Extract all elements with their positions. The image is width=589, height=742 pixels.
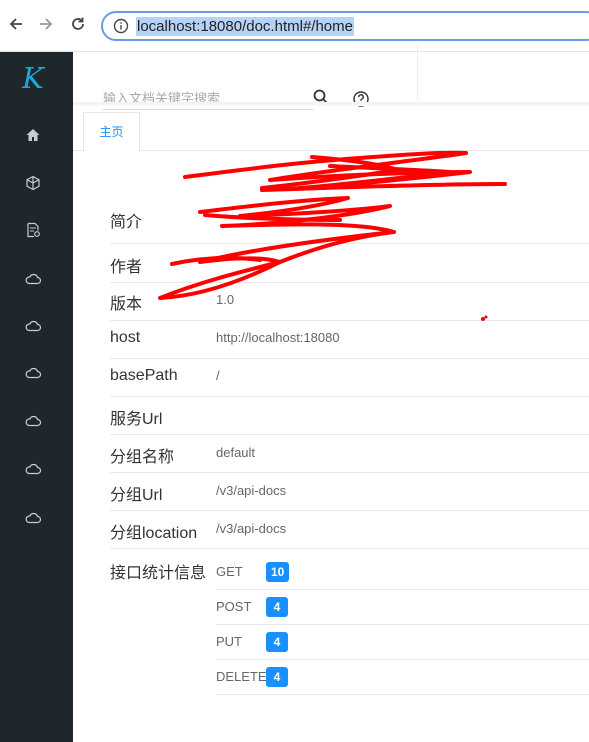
info-label-basepath: basePath	[110, 367, 178, 384]
cloud-icon	[25, 415, 41, 427]
stat-method: PUT	[216, 634, 242, 649]
info-label-group-name: 分组名称	[110, 449, 175, 466]
reload-icon	[72, 17, 84, 30]
stat-count-badge: 4	[266, 597, 288, 617]
browser-toolbar: localhost:18080/doc.html#/home	[0, 0, 589, 52]
sidebar-item-home[interactable]	[24, 126, 42, 144]
info-value-host: http://localhost:18080	[216, 330, 340, 345]
stat-count-badge: 4	[266, 632, 288, 652]
sidebar-item-cube[interactable]	[24, 174, 42, 192]
sidebar-item-group-4[interactable]	[24, 412, 42, 430]
info-value-version: 1.0	[216, 292, 235, 307]
sidebar-item-group-3[interactable]	[24, 364, 42, 382]
info-label-group-url: 分组Url	[110, 487, 163, 504]
doc-settings-icon	[27, 222, 40, 238]
address-bar[interactable]: localhost:18080/doc.html#/home	[101, 11, 589, 41]
cloud-icon	[25, 512, 41, 524]
info-label-stats: 接口统计信息	[110, 565, 207, 582]
sidebar-item-group-6[interactable]	[24, 509, 42, 527]
sidebar-item-group-1[interactable]	[24, 270, 42, 288]
logo[interactable]: K	[16, 61, 50, 95]
info-row-group-location: 分组location /v3/api-docs	[110, 511, 589, 549]
info-label-version: 版本	[110, 296, 143, 313]
info-value-basepath: /	[216, 368, 220, 383]
reload-button[interactable]	[68, 14, 88, 34]
tab-home[interactable]: 主页	[83, 112, 140, 152]
sidebar: K	[0, 52, 73, 742]
stat-row-get: GET 10	[216, 555, 589, 590]
stat-row-delete: DELETE 4	[216, 660, 589, 695]
info-label-host: host	[110, 329, 141, 346]
header-divider	[417, 44, 418, 102]
stat-method: POST	[216, 599, 252, 614]
info-row-host: host http://localhost:18080	[110, 321, 589, 359]
cloud-icon	[25, 463, 41, 475]
info-row-service-url: 服务Url	[110, 397, 589, 435]
info-row-group-name: 分组名称 default	[110, 435, 589, 473]
stat-row-post: POST 4	[216, 590, 589, 625]
cloud-icon	[25, 367, 41, 379]
sidebar-item-group-2[interactable]	[24, 317, 42, 335]
stat-count-badge: 10	[266, 562, 290, 582]
info-row-basepath: basePath /	[110, 359, 589, 397]
info-value-group-location: /v3/api-docs	[216, 521, 287, 536]
stat-row-put: PUT 4	[216, 625, 589, 660]
info-row-version: 版本 1.0	[110, 283, 589, 321]
info-value-group-url: /v3/api-docs	[216, 483, 287, 498]
info-icon[interactable]	[113, 18, 129, 34]
info-label-service-url: 服务Url	[110, 411, 163, 428]
url-text[interactable]: localhost:18080/doc.html#/home	[136, 17, 354, 36]
stat-method: GET	[216, 564, 243, 579]
arrow-right-icon	[40, 18, 53, 30]
info-row-author: 作者	[110, 244, 589, 283]
arrow-left-icon	[9, 18, 22, 30]
sidebar-item-doc-settings[interactable]	[24, 221, 42, 239]
info-row-group-url: 分组Url /v3/api-docs	[110, 473, 589, 511]
forward-button[interactable]	[36, 14, 56, 34]
info-label-group-location: 分组location	[110, 525, 198, 542]
info-row-intro: 简介	[110, 194, 589, 244]
sidebar-item-group-5[interactable]	[24, 460, 42, 478]
back-button[interactable]	[6, 14, 26, 34]
tab-bar: 主页	[73, 106, 589, 152]
info-label-intro: 简介	[110, 214, 143, 231]
home-icon	[26, 129, 40, 141]
stat-method: DELETE	[216, 669, 267, 684]
info-label-author: 作者	[110, 259, 143, 276]
stat-count-badge: 4	[266, 667, 288, 687]
cloud-icon	[25, 320, 41, 332]
cloud-icon	[25, 273, 41, 285]
info-value-group-name: default	[216, 445, 256, 460]
cube-icon	[26, 175, 40, 191]
